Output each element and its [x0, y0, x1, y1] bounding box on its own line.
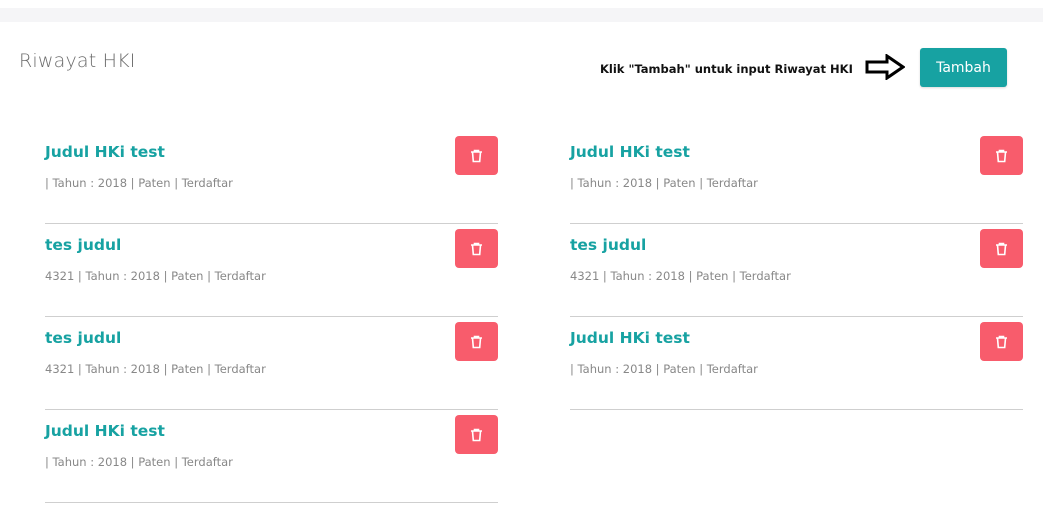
list-item: Judul HKi test | Tahun : 2018 | Paten | …	[570, 132, 1023, 224]
add-hint-text: Klik "Tambah" untuk input Riwayat HKI	[600, 62, 853, 76]
item-meta: 4321 | Tahun : 2018 | Paten | Terdaftar	[45, 362, 266, 376]
delete-button[interactable]	[455, 136, 498, 175]
delete-button[interactable]	[980, 229, 1023, 268]
trash-icon	[471, 242, 482, 255]
delete-button[interactable]	[455, 229, 498, 268]
delete-button[interactable]	[980, 322, 1023, 361]
trash-icon	[471, 335, 482, 348]
item-title[interactable]: Judul HKi test	[45, 422, 165, 440]
trash-icon	[996, 149, 1007, 162]
add-button[interactable]: Tambah	[920, 48, 1007, 87]
item-title[interactable]: tes judul	[45, 236, 121, 254]
delete-button[interactable]	[980, 136, 1023, 175]
item-meta: | Tahun : 2018 | Paten | Terdaftar	[45, 455, 233, 469]
trash-icon	[471, 428, 482, 441]
top-bar	[0, 8, 1043, 22]
item-title[interactable]: Judul HKi test	[570, 143, 690, 161]
hki-list-left: Judul HKi test | Tahun : 2018 | Paten | …	[45, 132, 498, 504]
item-title[interactable]: Judul HKi test	[45, 143, 165, 161]
trash-icon	[996, 335, 1007, 348]
list-item: Judul HKi test | Tahun : 2018 | Paten | …	[45, 132, 498, 224]
item-title[interactable]: tes judul	[570, 236, 646, 254]
list-item: tes judul 4321 | Tahun : 2018 | Paten | …	[570, 225, 1023, 317]
delete-button[interactable]	[455, 322, 498, 361]
list-item: Judul HKi test | Tahun : 2018 | Paten | …	[570, 318, 1023, 410]
trash-icon	[996, 242, 1007, 255]
item-title[interactable]: Judul HKi test	[570, 329, 690, 347]
delete-button[interactable]	[455, 415, 498, 454]
arrow-right-icon	[865, 54, 905, 80]
list-item: Judul HKi test | Tahun : 2018 | Paten | …	[45, 411, 498, 503]
hki-list-right: Judul HKi test | Tahun : 2018 | Paten | …	[570, 132, 1023, 411]
list-item: tes judul 4321 | Tahun : 2018 | Paten | …	[45, 225, 498, 317]
item-meta: | Tahun : 2018 | Paten | Terdaftar	[45, 176, 233, 190]
page-title: Riwayat HKI	[19, 50, 136, 72]
list-item: tes judul 4321 | Tahun : 2018 | Paten | …	[45, 318, 498, 410]
item-meta: 4321 | Tahun : 2018 | Paten | Terdaftar	[570, 269, 791, 283]
item-meta: | Tahun : 2018 | Paten | Terdaftar	[570, 176, 758, 190]
trash-icon	[471, 149, 482, 162]
item-title[interactable]: tes judul	[45, 329, 121, 347]
item-meta: | Tahun : 2018 | Paten | Terdaftar	[570, 362, 758, 376]
item-meta: 4321 | Tahun : 2018 | Paten | Terdaftar	[45, 269, 266, 283]
